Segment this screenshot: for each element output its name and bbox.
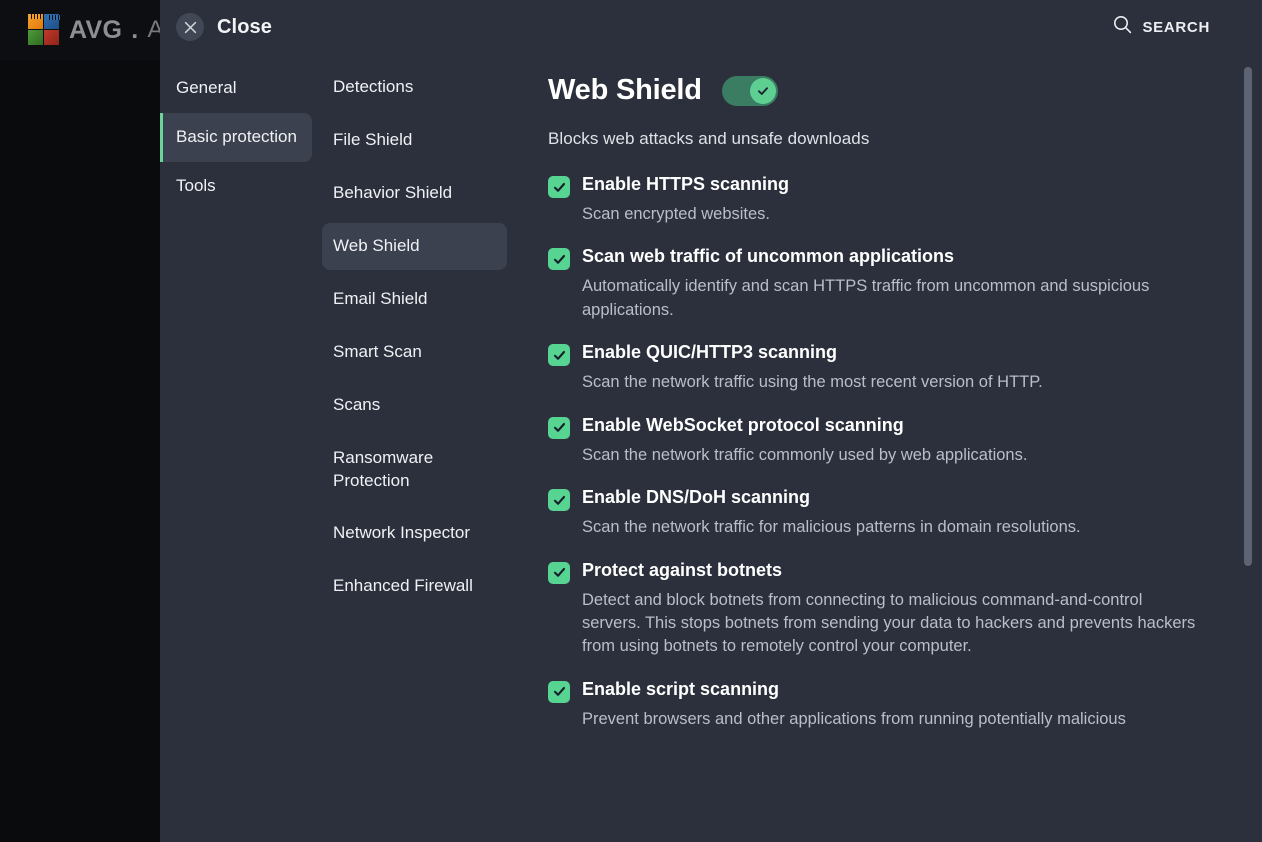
settings-dialog: Close SEARCH General Basic protection To… [160,0,1262,842]
screen-root: AVG . Ant Close [0,0,1262,842]
search-button[interactable]: SEARCH [1113,15,1210,39]
option-label-botnets: Protect against botnets [582,559,783,580]
option-desc-https-scanning: Scan encrypted websites. [582,205,771,223]
secondary-navigation: Detections File Shield Behavior Shield W… [322,64,507,616]
option-desc-websocket: Scan the network traffic commonly used b… [582,445,1028,464]
option-row-quic-http3[interactable]: Enable QUIC/HTTP3 scanning [548,341,1248,367]
checkbox-script-scanning[interactable] [548,680,570,703]
option-label-https-scanning: Enable HTTPS scanning [582,174,790,194]
close-x-icon [176,13,204,41]
panel-header: Web Shield [548,74,1248,107]
close-button[interactable]: Close [176,13,272,41]
content-scrollbar-thumb[interactable] [1244,67,1252,566]
nav-item-enhanced-firewall[interactable]: Enhanced Firewall [322,563,507,610]
option-desc-uncommon-apps: Automatically identify and scan HTTPS tr… [582,277,1150,319]
checkbox-uncommon-apps[interactable] [548,248,570,271]
settings-content-pane: Web Shield Blocks web attacks and unsafe… [548,56,1248,842]
avg-pinwheel-logo-icon [28,14,60,46]
option-label-quic-http3: Enable QUIC/HTTP3 scanning [582,342,838,363]
content-scrollbar-track[interactable] [1244,56,1252,842]
app-brand-dot: . [131,15,139,44]
page-title: Web Shield [548,74,702,106]
nav-item-basic-protection[interactable]: Basic protection [160,112,312,162]
checkbox-quic-http3[interactable] [548,344,570,367]
web-shield-toggle[interactable] [721,75,778,106]
primary-navigation: General Basic protection Tools [160,64,312,211]
page-subtitle: Blocks web attacks and unsafe downloads [548,129,870,148]
nav-item-tools[interactable]: Tools [160,162,312,211]
option-row-uncommon-apps[interactable]: Scan web traffic of uncommon application… [548,245,1248,271]
option-row-https-scanning[interactable]: Enable HTTPS scanning [548,173,1248,198]
checkbox-https-scanning[interactable] [548,176,570,198]
options-list: Enable HTTPS scanning Scan encrypted web… [548,173,1248,731]
nav-item-general[interactable]: General [160,64,312,113]
nav-item-network-inspector[interactable]: Network Inspector [322,510,507,557]
option-row-websocket[interactable]: Enable WebSocket protocol scanning [548,414,1248,439]
search-button-label: SEARCH [1142,18,1210,36]
nav-item-behavior-shield[interactable]: Behavior Shield [322,170,507,217]
option-row-script-scanning[interactable]: Enable script scanning [548,678,1248,703]
nav-item-email-shield[interactable]: Email Shield [322,276,507,323]
option-desc-botnets: Detect and block botnets from connecting… [582,590,1196,656]
nav-item-ransomware-protection[interactable]: Ransomware Protection [322,435,507,505]
option-row-dns-doh[interactable]: Enable DNS/DoH scanning [548,486,1248,512]
nav-item-smart-scan[interactable]: Smart Scan [322,329,507,376]
search-icon [1113,15,1132,39]
check-icon [749,77,776,104]
option-desc-quic-http3: Scan the network traffic using the most … [582,373,1043,392]
dialog-topbar: Close SEARCH [160,0,1262,56]
option-label-uncommon-apps: Scan web traffic of uncommon application… [582,246,955,267]
app-brand-name: AVG [69,15,123,44]
option-label-dns-doh: Enable DNS/DoH scanning [582,487,811,508]
nav-item-web-shield[interactable]: Web Shield [322,222,507,270]
option-row-botnets[interactable]: Protect against botnets [548,559,1248,584]
nav-item-file-shield[interactable]: File Shield [322,117,507,164]
option-desc-dns-doh: Scan the network traffic for malicious p… [582,518,1081,537]
nav-item-scans[interactable]: Scans [322,382,507,429]
checkbox-dns-doh[interactable] [548,489,570,512]
checkbox-botnets[interactable] [548,561,570,584]
checkbox-websocket[interactable] [548,416,570,439]
close-button-label: Close [217,15,272,38]
option-desc-script-scanning: Prevent browsers and other applications … [582,709,1126,728]
option-label-script-scanning: Enable script scanning [582,678,780,699]
option-label-websocket: Enable WebSocket protocol scanning [582,414,904,435]
nav-item-detections[interactable]: Detections [322,64,507,111]
